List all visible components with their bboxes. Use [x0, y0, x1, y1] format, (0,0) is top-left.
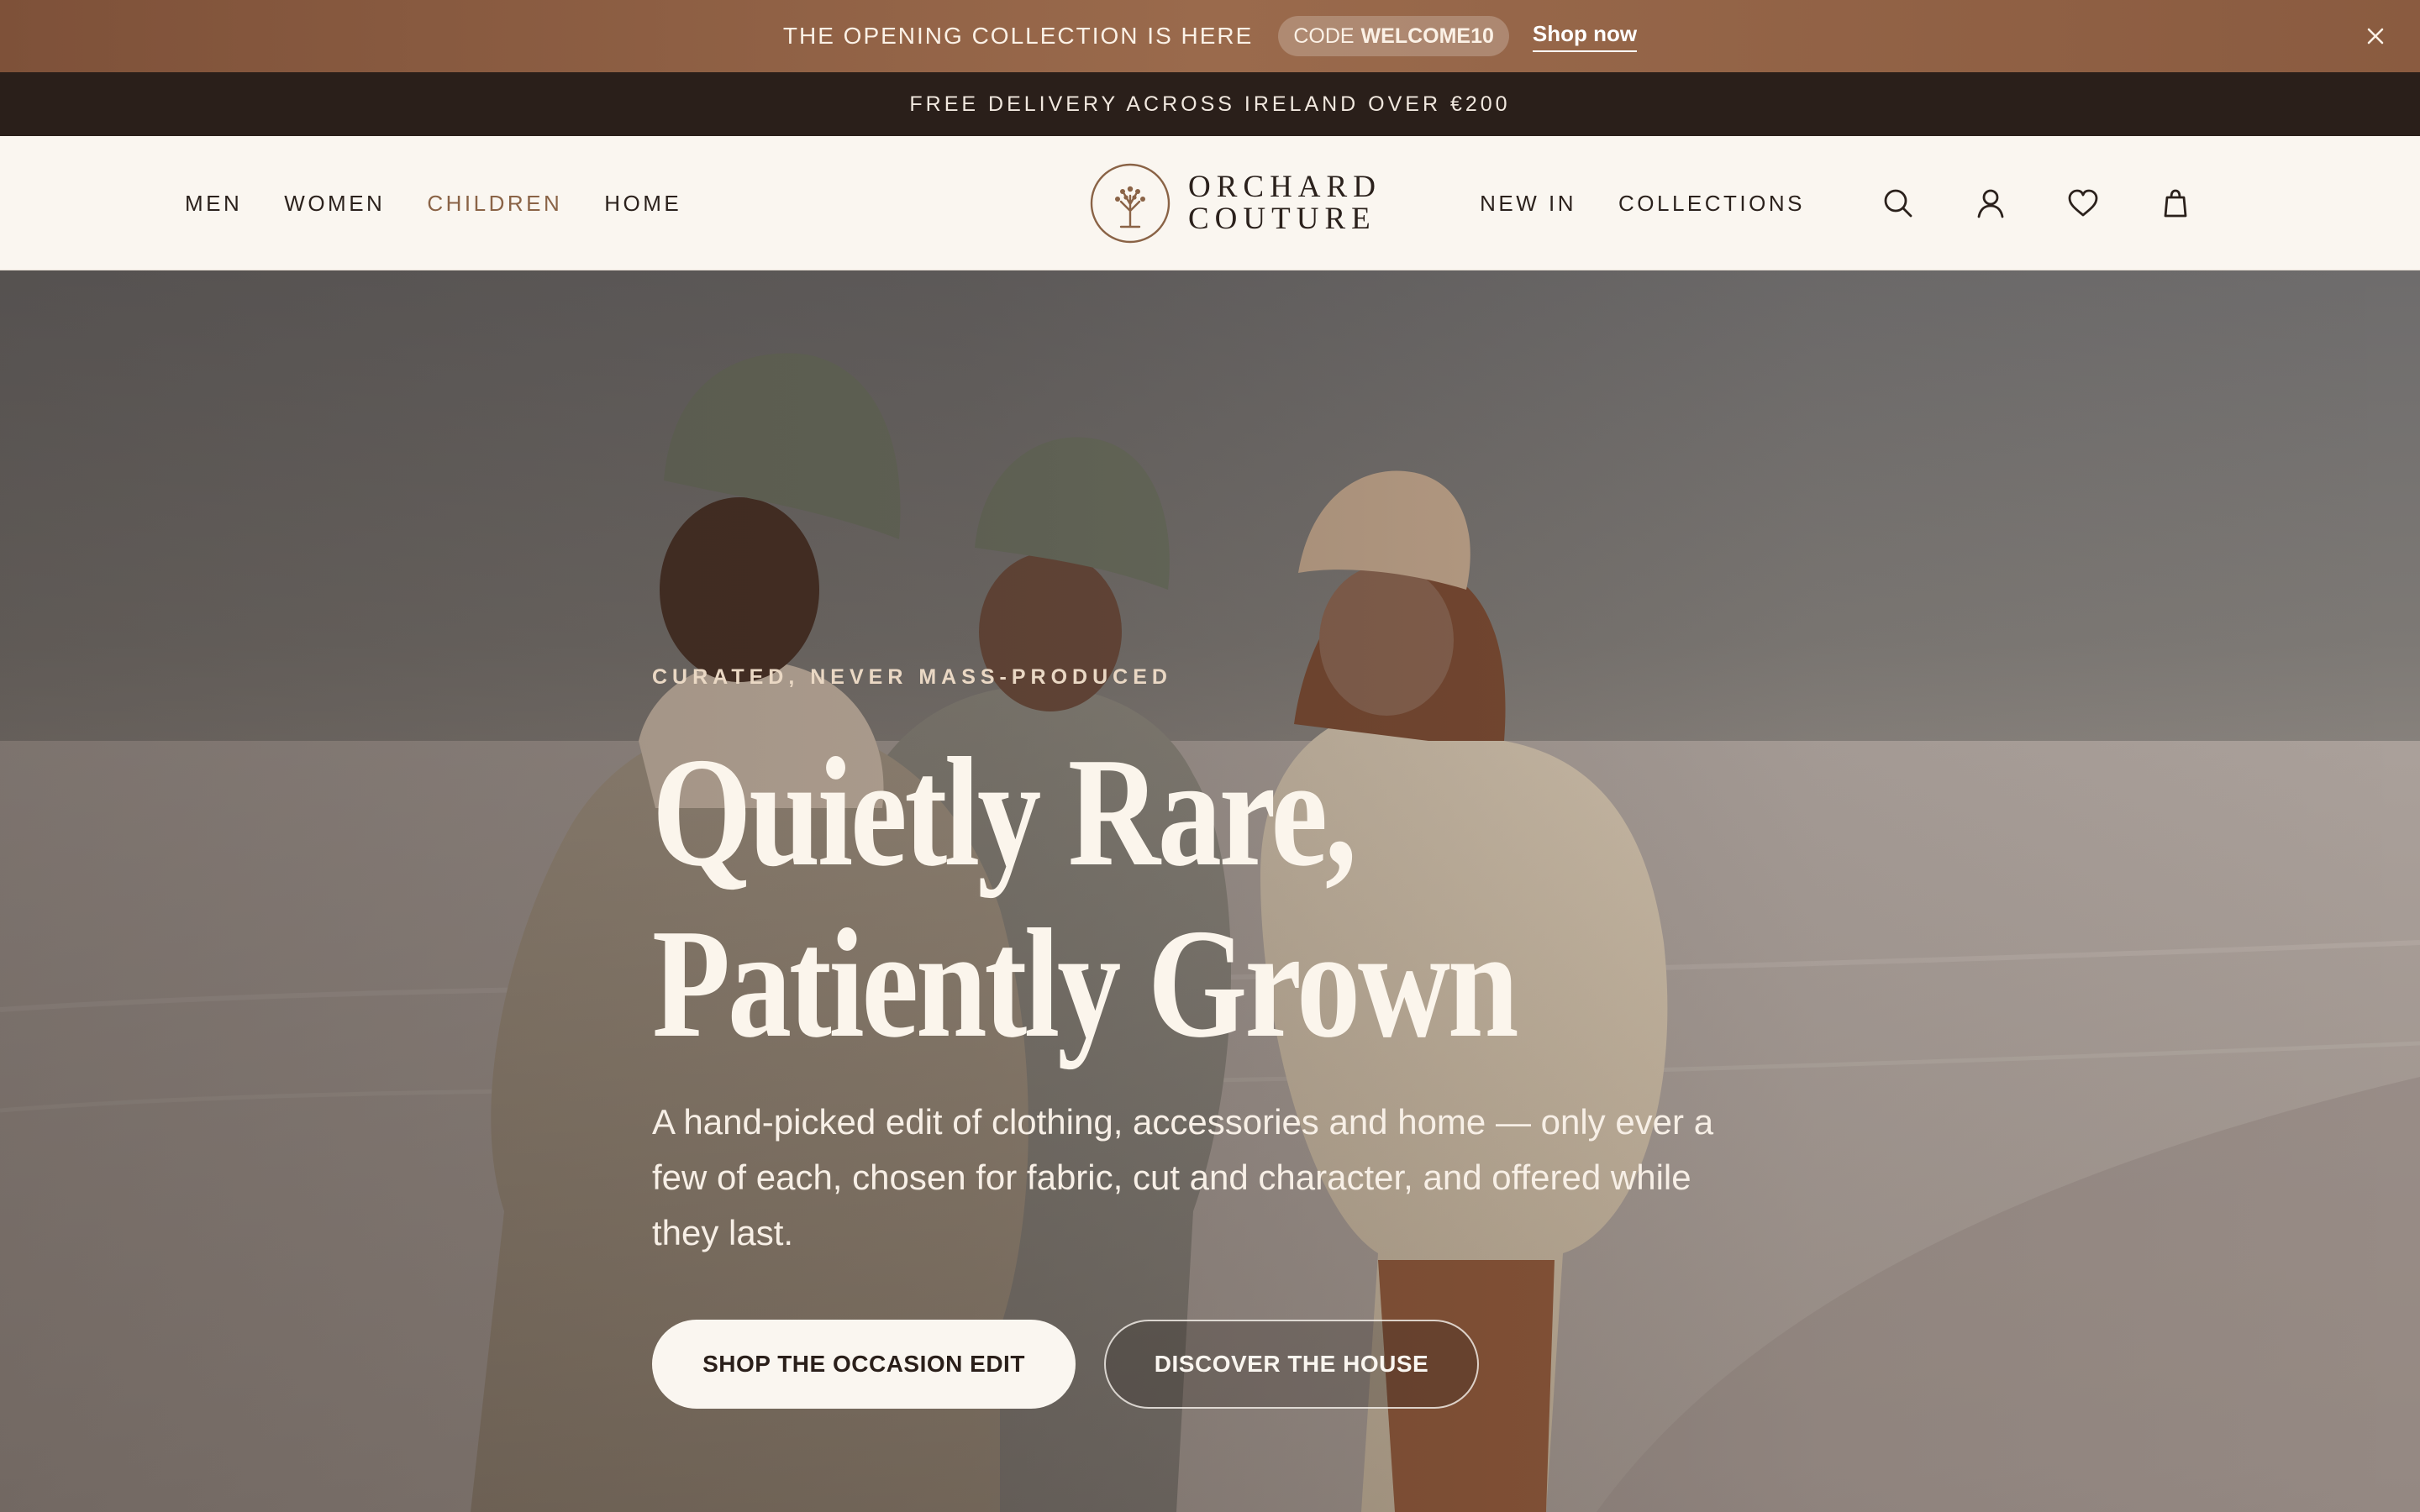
- nav-collections[interactable]: COLLECTIONS: [1618, 191, 1805, 217]
- hero-cta-group: SHOP THE OCCASION EDIT DISCOVER THE HOUS…: [652, 1320, 1828, 1409]
- primary-nav: MEN WOMEN CHILDREN HOME: [185, 136, 681, 270]
- wishlist-button[interactable]: [2037, 178, 2129, 228]
- account-button[interactable]: [1944, 178, 2037, 228]
- promo-code-badge: CODE WELCOME10: [1278, 16, 1509, 56]
- promo-shop-now-link[interactable]: Shop now: [1532, 21, 1638, 52]
- hero-headline-line-2: Patiently Grown: [652, 897, 1519, 1070]
- brand-line-2: COUTURE: [1188, 202, 1376, 236]
- bag-button[interactable]: [2129, 178, 2222, 228]
- brand-logo[interactable]: ORCHARD COUTURE: [1089, 161, 1381, 245]
- nav-women[interactable]: WOMEN: [284, 191, 385, 217]
- hero-headline-line-1: Quietly Rare,: [652, 726, 1357, 899]
- nav-new-in[interactable]: NEW IN: [1480, 191, 1576, 217]
- brand-line-1: ORCHARD: [1188, 170, 1381, 204]
- hero-subtext: A hand-picked edit of clothing, accessor…: [652, 1102, 1714, 1252]
- nav-men[interactable]: MEN: [185, 191, 242, 217]
- promo-code-label: CODE: [1293, 24, 1355, 48]
- promo-message: THE OPENING COLLECTION IS HERE: [782, 23, 1254, 49]
- hero-content: CURATED, NEVER MASS-PRODUCED Quietly Rar…: [652, 665, 1828, 1409]
- discover-house-button[interactable]: DISCOVER THE HOUSE: [1104, 1320, 1479, 1409]
- delivery-message: FREE DELIVERY ACROSS IRELAND OVER €200: [909, 92, 1511, 116]
- wishlist-icon: [2068, 189, 2098, 217]
- hero-section: CURATED, NEVER MASS-PRODUCED Quietly Rar…: [0, 270, 2420, 1512]
- tree-logo-icon: [1090, 163, 1171, 244]
- brand-wordmark: ORCHARD COUTURE: [1188, 171, 1381, 235]
- shop-occasion-edit-button[interactable]: SHOP THE OCCASION EDIT: [652, 1320, 1076, 1409]
- promo-code-value: WELCOME10: [1360, 24, 1494, 48]
- hero-eyebrow: CURATED, NEVER MASS-PRODUCED: [652, 665, 1172, 689]
- close-icon[interactable]: [2361, 22, 2390, 50]
- hero-headline: Quietly Rare, Patiently Grown: [652, 727, 1548, 1069]
- delivery-bar: FREE DELIVERY ACROSS IRELAND OVER €200: [0, 72, 2420, 136]
- secondary-nav: NEW IN COLLECTIONS: [1480, 136, 2222, 270]
- site-header: MEN WOMEN CHILDREN HOME ORCHARD COUTURE …: [0, 136, 2420, 270]
- search-button[interactable]: [1852, 178, 1944, 228]
- nav-children[interactable]: CHILDREN: [427, 191, 562, 217]
- account-icon: [1977, 189, 2004, 218]
- bag-icon: [2164, 189, 2187, 218]
- promo-bar: THE OPENING COLLECTION IS HERE CODE WELC…: [0, 0, 2420, 72]
- search-icon: [1884, 189, 1912, 218]
- nav-home[interactable]: HOME: [604, 191, 681, 217]
